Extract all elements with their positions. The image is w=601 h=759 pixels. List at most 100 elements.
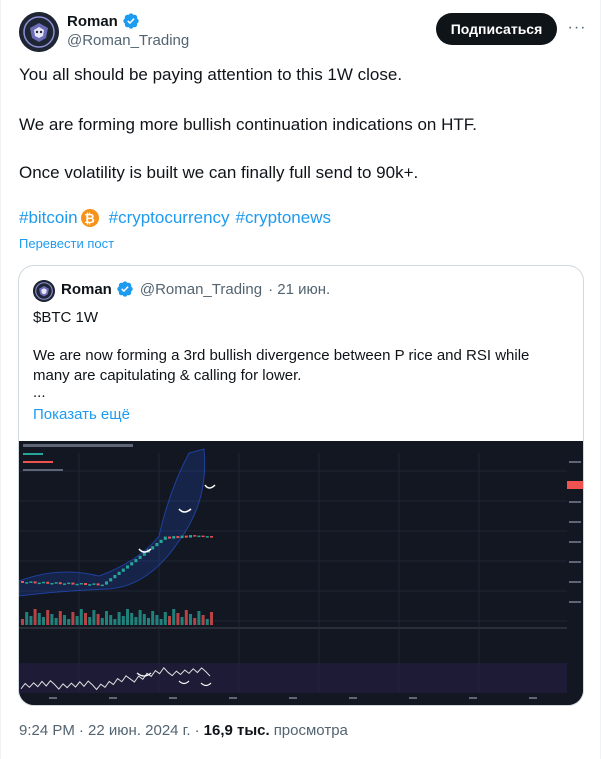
volume-bar <box>126 609 129 625</box>
candle <box>67 582 71 585</box>
volume-bar <box>54 618 58 625</box>
hashtag-cryptonews[interactable]: #cryptonews <box>236 208 331 228</box>
quote-author-name[interactable]: Roman <box>61 281 112 298</box>
volume-bar <box>163 612 167 625</box>
volume-bar <box>84 613 87 625</box>
translate-post-link[interactable]: Перевести пост <box>19 236 114 251</box>
volume-bar <box>193 618 197 625</box>
candle <box>88 584 92 586</box>
volume-bar <box>58 611 62 625</box>
volume-bar <box>50 614 54 625</box>
candle <box>109 578 113 582</box>
volume-bar <box>75 616 79 625</box>
candle <box>105 581 108 585</box>
volume-bar <box>210 612 213 625</box>
author-name[interactable]: Roman <box>67 13 118 30</box>
volume-bar <box>25 612 29 625</box>
candle <box>50 583 54 585</box>
candle <box>168 536 171 539</box>
candle <box>205 536 209 538</box>
quote-date[interactable]: · 21 июн. <box>268 281 330 298</box>
volume-bar <box>159 619 163 625</box>
volume-bar <box>105 611 108 625</box>
volume-bar <box>197 611 201 625</box>
quote-text-line-2: many are capitulating & calling for lowe… <box>33 367 302 384</box>
volume-bar <box>176 613 180 625</box>
volume-bar <box>138 610 142 625</box>
author-name-row[interactable]: Roman <box>67 12 140 30</box>
candle <box>113 575 117 579</box>
volume-bar <box>63 615 66 625</box>
candle <box>193 535 197 537</box>
volume-bar <box>168 616 171 625</box>
candle <box>79 583 83 585</box>
quote-avatar[interactable] <box>33 280 55 302</box>
candle <box>121 568 125 572</box>
volume-bar <box>151 611 155 625</box>
price-tag <box>567 481 583 489</box>
candle <box>96 583 100 586</box>
candle <box>151 546 155 550</box>
quote-text-line-1: We are now forming a 3rd bullish diverge… <box>33 347 530 364</box>
volume-bar <box>42 617 45 625</box>
candle <box>100 584 104 587</box>
volume-bar <box>130 613 134 625</box>
avatar-logo-icon <box>19 12 59 52</box>
btc-chart <box>19 441 583 705</box>
candle <box>189 535 192 538</box>
rsi-separator <box>19 627 567 629</box>
volume-bar <box>142 614 146 625</box>
candle <box>172 536 176 539</box>
left-border <box>0 0 1 759</box>
author-handle[interactable]: @Roman_Trading <box>67 32 189 49</box>
volume-bar <box>117 612 121 625</box>
volume-bar <box>121 616 125 625</box>
volume-bar <box>172 609 176 625</box>
view-count: 16,9 тыс. <box>203 722 270 739</box>
candle <box>163 536 167 540</box>
candle <box>197 535 201 538</box>
quoted-tweet[interactable]: Roman @Roman_Trading · 21 июн. $BTC 1W W… <box>18 265 584 706</box>
hashtag-cryptocurrency[interactable]: #cryptocurrency <box>109 208 230 228</box>
chart-symbol-title <box>23 444 133 447</box>
quote-text-line-3: ... <box>33 384 46 401</box>
candle <box>126 565 129 569</box>
quote-verified-badge-icon <box>117 281 133 297</box>
avatar[interactable] <box>19 12 59 52</box>
tweet-text-line-2: We are forming more bullish continuation… <box>19 115 477 134</box>
candle <box>84 583 87 585</box>
volume-bar <box>189 614 192 625</box>
candle <box>180 535 184 539</box>
tweet-date[interactable]: · 22 июн. 2024 г. · <box>79 722 200 739</box>
candle <box>54 582 58 584</box>
candle <box>75 583 79 586</box>
show-more-link[interactable]: Показать ещё <box>33 406 130 423</box>
tweet-time[interactable]: 9:24 PM <box>19 722 75 739</box>
subscribe-button[interactable]: Подписаться <box>436 13 557 45</box>
tweet-header: Roman @Roman_Trading Подписаться ··· <box>19 10 592 54</box>
candle <box>25 582 29 584</box>
volume-bar <box>67 619 71 625</box>
candle <box>117 571 121 575</box>
candle <box>37 582 41 585</box>
volume-bar <box>46 610 50 625</box>
candle <box>63 583 66 585</box>
more-options-icon[interactable]: ··· <box>565 18 589 38</box>
volume-bar <box>92 610 96 625</box>
volume-bar <box>71 612 75 625</box>
volume-bar <box>155 615 159 625</box>
volume-bar <box>29 616 33 625</box>
rsi-band <box>19 663 567 693</box>
candle <box>92 583 96 585</box>
chart-image[interactable] <box>19 441 583 705</box>
candle <box>159 539 163 543</box>
volume-bar <box>79 609 83 625</box>
hashtag-bitcoin[interactable]: #bitcoin <box>19 208 78 228</box>
candle <box>138 555 142 559</box>
volume-bar <box>184 610 188 625</box>
quote-author-handle[interactable]: @Roman_Trading <box>140 281 262 298</box>
volume-bar <box>33 609 37 625</box>
volume-bar <box>37 613 41 625</box>
volume-bar <box>201 615 205 625</box>
quote-title: $BTC 1W <box>33 309 99 326</box>
